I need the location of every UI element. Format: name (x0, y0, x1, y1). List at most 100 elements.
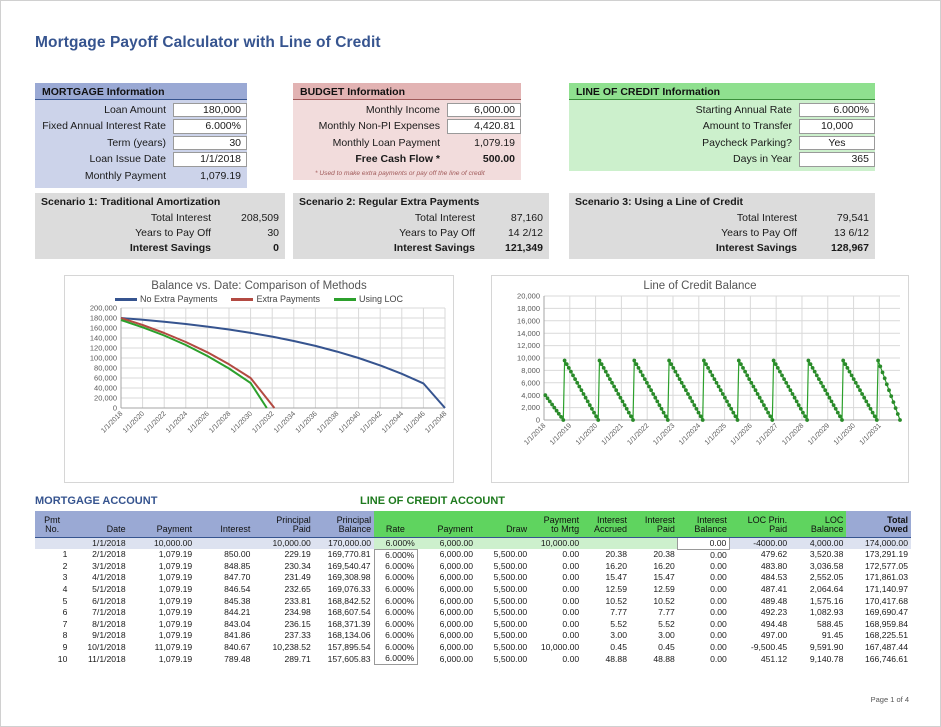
table-row[interactable]: 1/1/201810,000.0010,000.00170,000.006.00… (35, 537, 911, 549)
cell-7: 6,000.00 (418, 653, 476, 665)
svg-text:1/1/2046: 1/1/2046 (403, 410, 427, 434)
cell-12: 0.00 (678, 595, 730, 607)
cell-4: 10,000.00 (253, 537, 313, 549)
cell-14: 4,000.00 (790, 537, 846, 549)
label: Total Interest (35, 212, 219, 224)
cell-0: 7 (35, 619, 70, 631)
loan-issue-date-input[interactable]: 1/1/2018 (173, 152, 247, 167)
scenario-3-total-interest: Total Interest 79,541 (569, 210, 875, 225)
cell-7: 6,000.00 (418, 584, 476, 596)
table-row[interactable]: 1011/1/20181,079.19789.48289.71157,605.8… (35, 653, 911, 665)
value: 14 2/12 (483, 227, 549, 239)
amount-to-transfer-input[interactable]: 10,000 (799, 119, 875, 134)
days-in-year-input[interactable]: 365 (799, 152, 875, 167)
cell-0: 8 (35, 630, 70, 642)
loan-amount-input[interactable]: 180,000 (173, 103, 247, 118)
monthly-loan-payment-value: 1,079.19 (447, 136, 521, 151)
cell-10: 7.77 (582, 607, 630, 619)
table-row[interactable]: 12/1/20181,079.19850.00229.19169,770.816… (35, 549, 911, 561)
cell-3: 846.54 (195, 584, 253, 596)
mortgage-panel-header: MORTGAGE Information (35, 83, 247, 100)
cell-12: 0.00 (678, 607, 730, 619)
cell-2: 10,000.00 (129, 537, 196, 549)
cell-6: 6.000% (374, 595, 418, 607)
svg-text:160,000: 160,000 (90, 324, 117, 333)
cell-14: 2,552.05 (790, 572, 846, 584)
table-row[interactable]: 89/1/20181,079.19841.86237.33168,134.066… (35, 630, 911, 642)
loc-panel-header: LINE OF CREDIT Information (569, 83, 875, 100)
cell-9: 0.00 (530, 619, 582, 631)
starting-annual-rate-input[interactable]: 6.000% (799, 103, 875, 118)
table-row[interactable]: 45/1/20181,079.19846.54232.65169,076.336… (35, 584, 911, 596)
table-row[interactable]: 910/1/201811,079.19840.6710,238.52157,89… (35, 642, 911, 654)
cell-13: 497.00 (730, 630, 790, 642)
table-row[interactable]: 23/1/20181,079.19848.85230.34169,540.476… (35, 561, 911, 573)
monthly-income-input[interactable]: 6,000.00 (447, 103, 521, 118)
budget-panel-header: BUDGET Information (293, 83, 521, 100)
col-header-loc-balance: LOCBalance (790, 511, 846, 537)
cell-0: 4 (35, 584, 70, 596)
cell-10: 20.38 (582, 549, 630, 561)
legend-label: No Extra Payments (140, 294, 218, 304)
cell-0: 1 (35, 549, 70, 561)
cell-15: 170,417.68 (846, 595, 911, 607)
cell-12: 0.00 (678, 653, 730, 665)
loc-account-label: LINE OF CREDIT ACCOUNT (360, 495, 505, 507)
amortization-table[interactable]: PmtNo.DatePaymentInterestPrincipalPaidPr… (35, 511, 911, 665)
svg-text:60,000: 60,000 (94, 374, 117, 383)
label: Starting Annual Rate (569, 104, 799, 116)
cell-9: 0.00 (530, 630, 582, 642)
cell-15: 174,000.00 (846, 537, 911, 549)
chart-title: Balance vs. Date: Comparison of Methods (65, 276, 453, 292)
line-of-credit-balance-chart[interactable]: Line of Credit Balance 02,0004,0006,0008… (491, 275, 909, 483)
table-row[interactable]: 78/1/20181,079.19843.04236.15168,371.396… (35, 619, 911, 631)
cell-4: 229.19 (253, 549, 313, 561)
cell-15: 171,140.97 (846, 584, 911, 596)
legend-item-no-extra: No Extra Payments (115, 294, 218, 304)
mortgage-row-monthly-payment: Monthly Payment 1,079.19 (35, 168, 247, 184)
paycheck-parking-select[interactable]: Yes (799, 136, 875, 151)
cell-8: 5,500.00 (476, 595, 530, 607)
svg-text:1/1/2034: 1/1/2034 (273, 410, 297, 434)
svg-text:1/1/2022: 1/1/2022 (626, 422, 650, 446)
svg-text:6,000: 6,000 (521, 378, 540, 387)
cell-14: 9,591.90 (790, 642, 846, 654)
table-row[interactable]: 56/1/20181,079.19845.38233.81168,842.526… (35, 595, 911, 607)
scenario-3-title: Scenario 3: Using a Line of Credit (569, 196, 875, 208)
col-header-interest-balance: InterestBalance (678, 511, 730, 537)
table-row[interactable]: 34/1/20181,079.19847.70231.49169,308.986… (35, 572, 911, 584)
svg-text:1/1/2040: 1/1/2040 (338, 410, 362, 434)
cell-7: 6,000.00 (418, 630, 476, 642)
cell-13: 487.41 (730, 584, 790, 596)
cell-9: 0.00 (530, 572, 582, 584)
cell-10: 12.59 (582, 584, 630, 596)
cell-5: 169,308.98 (314, 572, 374, 584)
cell-6: 6.000% (374, 630, 418, 642)
svg-text:1/1/2048: 1/1/2048 (424, 410, 448, 434)
value: 13 6/12 (805, 227, 875, 239)
svg-text:14,000: 14,000 (517, 329, 540, 338)
label: Free Cash Flow * (293, 153, 447, 165)
loc-balance-plot: 02,0004,0006,0008,00010,00012,00014,0001… (492, 292, 908, 474)
svg-text:1/1/2018: 1/1/2018 (100, 410, 124, 434)
cell-13: 479.62 (730, 549, 790, 561)
cell-1: 5/1/2018 (70, 584, 128, 596)
cell-8 (476, 537, 530, 549)
cell-11: 10.52 (630, 595, 678, 607)
cell-1: 2/1/2018 (70, 549, 128, 561)
interest-rate-input[interactable]: 6.000% (173, 119, 247, 134)
svg-text:1/1/2023: 1/1/2023 (652, 422, 676, 446)
table-row[interactable]: 67/1/20181,079.19844.21234.98168,607.546… (35, 607, 911, 619)
cell-12: 0.00 (678, 584, 730, 596)
non-pi-expenses-input[interactable]: 4,420.81 (447, 119, 521, 134)
cell-15: 166,746.61 (846, 653, 911, 665)
cell-4: 237.33 (253, 630, 313, 642)
cell-11: 12.59 (630, 584, 678, 596)
cell-11: 48.88 (630, 653, 678, 665)
cell-8: 5,500.00 (476, 653, 530, 665)
balance-comparison-chart[interactable]: Balance vs. Date: Comparison of Methods … (64, 275, 454, 483)
term-years-input[interactable]: 30 (173, 136, 247, 151)
cell-6: 6.000% (374, 549, 418, 561)
cell-5: 168,607.54 (314, 607, 374, 619)
svg-text:120,000: 120,000 (90, 344, 117, 353)
